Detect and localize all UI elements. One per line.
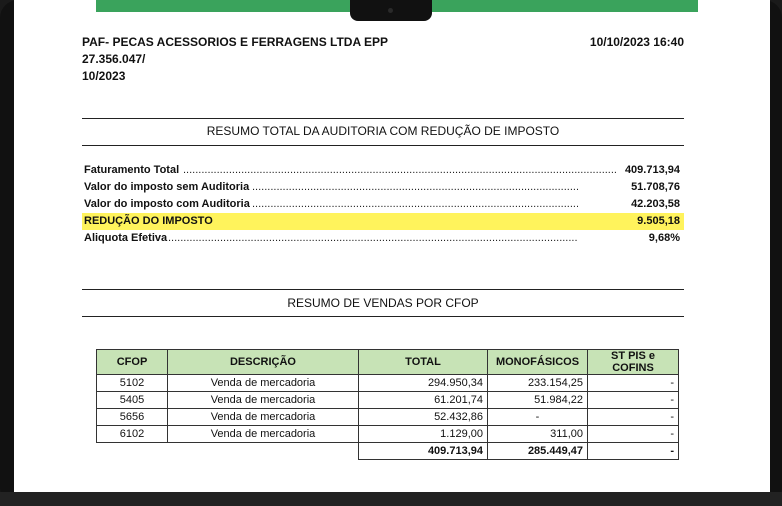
cell-cfop: 5656 (96, 408, 168, 426)
col-header-cfop: CFOP (96, 349, 168, 375)
divider (82, 289, 684, 290)
col-header-total: TOTAL (358, 349, 488, 375)
cell-cfop: 5102 (96, 374, 168, 392)
cell-total: 1.129,00 (358, 425, 488, 443)
report-period: 10/2023 (82, 69, 126, 83)
cell-monofasicos: 311,00 (487, 425, 588, 443)
divider (82, 118, 684, 119)
cell-cfop: 6102 (96, 425, 168, 443)
cell-st: - (587, 425, 679, 443)
empty-cell (97, 443, 168, 460)
divider (82, 316, 684, 317)
col-header-monofasicos: MONOFÁSICOS (487, 349, 588, 375)
summary-list: Faturamento Total ......................… (82, 162, 684, 247)
summary-row-com-auditoria: Valor do imposto com Auditoria .........… (82, 196, 684, 213)
dot-leader: ........................................… (252, 181, 578, 193)
summary-value: 9,68% (648, 232, 680, 244)
summary-row-aliquota: Aliquota Efetiva .......................… (82, 230, 684, 247)
summary-value: 51.708,76 (631, 181, 680, 193)
summary-value: 409.713,94 (624, 164, 680, 176)
totals-row: 409.713,94 285.449,47 - (97, 442, 679, 460)
laptop-bottom-edge (0, 492, 782, 506)
cell-monofasicos: 51.984,22 (487, 391, 588, 409)
summary-label: Valor do imposto com Auditoria (84, 198, 250, 210)
divider (82, 145, 684, 146)
table-header-row: CFOP DESCRIÇÃO TOTAL MONOFÁSICOS ST PIS … (96, 349, 679, 375)
dot-leader: ........................................… (168, 232, 578, 244)
table-row: 5102 Venda de mercadoria 294.950,34 233.… (96, 374, 679, 392)
table-row: 6102 Venda de mercadoria 1.129,00 311,00… (96, 425, 679, 443)
total-sum: 409.713,94 (358, 442, 488, 460)
summary-row-sem-auditoria: Valor do imposto sem Auditoria .........… (82, 179, 684, 196)
cell-monofasicos: - (487, 408, 588, 426)
dot-leader: ........................................… (183, 164, 618, 176)
report-datetime: 10/10/2023 16:40 (589, 35, 684, 49)
cell-st: - (587, 374, 679, 392)
sales-title: RESUMO DE VENDAS POR CFOP (287, 296, 479, 310)
col-header-st-pis-cofins: ST PIS e COFINS (587, 349, 679, 375)
table-row: 5405 Venda de mercadoria 61.201,74 51.98… (96, 391, 679, 409)
col-header-descricao: DESCRIÇÃO (167, 349, 359, 375)
company-cnpj: 27.356.047/ (82, 52, 146, 66)
cell-monofasicos: 233.154,25 (487, 374, 588, 392)
summary-row-faturamento: Faturamento Total ......................… (82, 162, 684, 179)
mono-sum: 285.449,47 (487, 442, 588, 460)
empty-cell (168, 443, 359, 460)
cell-total: 52.432,86 (358, 408, 488, 426)
cell-total: 61.201,74 (358, 391, 488, 409)
summary-label: Faturamento Total (84, 164, 180, 176)
st-sum: - (587, 442, 679, 460)
cell-descricao: Venda de mercadoria (167, 391, 359, 409)
summary-title: RESUMO TOTAL DA AUDITORIA COM REDUÇÃO DE… (206, 124, 560, 138)
summary-value: 42.203,58 (631, 198, 680, 210)
cell-descricao: Venda de mercadoria (167, 374, 359, 392)
summary-label: Aliquota Efetiva (84, 232, 168, 244)
summary-value: 9.505,18 (637, 215, 680, 227)
summary-label: Valor do imposto sem Auditoria (84, 181, 250, 193)
report-header: PAF- PECAS ACESSORIOS E FERRAGENS LTDA E… (82, 34, 684, 85)
cell-st: - (587, 391, 679, 409)
table-row: 5656 Venda de mercadoria 52.432,86 - - (96, 408, 679, 426)
cell-cfop: 5405 (96, 391, 168, 409)
camera-icon (388, 8, 393, 13)
cell-total: 294.950,34 (358, 374, 488, 392)
camera-notch (350, 0, 432, 21)
dot-leader: ........................................… (252, 198, 578, 210)
cell-descricao: Venda de mercadoria (167, 408, 359, 426)
cell-descricao: Venda de mercadoria (167, 425, 359, 443)
summary-label: REDUÇÃO DO IMPOSTO (84, 215, 213, 227)
summary-row-reducao: REDUÇÃO DO IMPOSTO 9.505,18 (82, 213, 684, 230)
cell-st: - (587, 408, 679, 426)
cfop-table: CFOP DESCRIÇÃO TOTAL MONOFÁSICOS ST PIS … (96, 349, 679, 460)
